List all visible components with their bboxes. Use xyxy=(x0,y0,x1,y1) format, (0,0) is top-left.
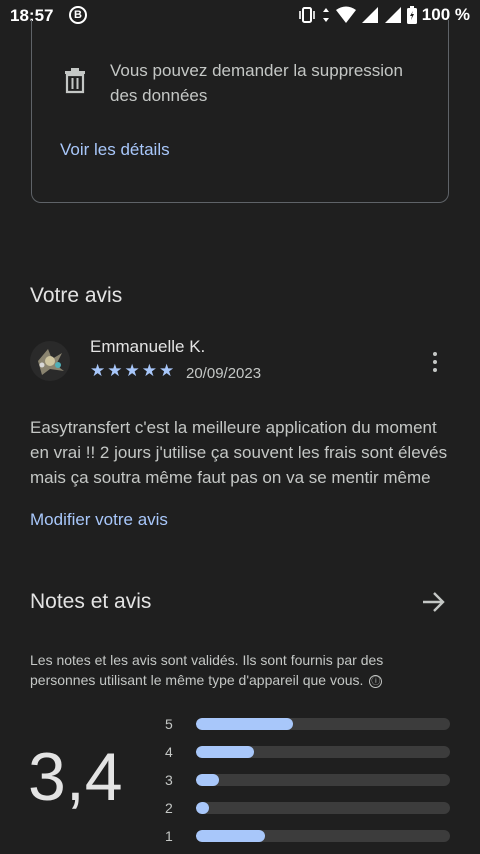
avatar xyxy=(30,341,70,381)
rating-bar-track xyxy=(196,830,450,842)
rating-row-label: 5 xyxy=(165,716,173,732)
rating-bar-fill xyxy=(196,718,293,730)
review-text: Easytransfert c'est la meilleure applica… xyxy=(30,418,448,487)
reviewer-name: Emmanuelle K. xyxy=(90,337,206,356)
review-stars: ★★★★★ xyxy=(90,361,177,380)
rating-row-label: 4 xyxy=(165,744,173,760)
rating-row-label: 2 xyxy=(165,800,173,816)
see-details-link[interactable]: Voir les détails xyxy=(60,140,170,160)
info-icon[interactable]: ⓘ xyxy=(369,674,383,688)
rating-row-1: 1 xyxy=(165,822,450,850)
rating-bar-track xyxy=(196,746,450,758)
rating-bar-fill xyxy=(196,802,209,814)
rating-row-label: 1 xyxy=(165,828,173,844)
rating-bar-track xyxy=(196,774,450,786)
rating-distribution: 5 4 3 2 1 xyxy=(165,710,450,850)
review-date: 20/09/2023 xyxy=(186,365,262,382)
rating-row-5: 5 xyxy=(165,710,450,738)
edit-review-link[interactable]: Modifier votre avis xyxy=(30,510,168,530)
rating-bar-fill xyxy=(196,774,219,786)
arrow-right-icon[interactable] xyxy=(421,590,447,614)
rating-bar-fill xyxy=(196,746,255,758)
rating-row-4: 4 xyxy=(165,738,450,766)
your-review-title: Votre avis xyxy=(30,284,123,307)
rating-bar-track xyxy=(196,802,450,814)
rating-row-label: 3 xyxy=(165,772,173,788)
rating-row-2: 2 xyxy=(165,794,450,822)
data-deletion-text: Vous pouvez demander la suppression des … xyxy=(110,61,403,105)
rating-row-3: 3 xyxy=(165,766,450,794)
ratings-info: Les notes et les avis sont validés. Ils … xyxy=(30,650,450,690)
ratings-info-text: Les notes et les avis sont validés. Ils … xyxy=(30,652,384,688)
rating-bar-fill xyxy=(196,830,265,842)
trash-icon xyxy=(65,68,85,94)
average-rating: 3,4 xyxy=(28,739,123,815)
rating-bar-track xyxy=(196,718,450,730)
ratings-title[interactable]: Notes et avis xyxy=(30,590,151,614)
data-safety-card xyxy=(31,20,449,203)
more-options-icon[interactable] xyxy=(425,349,445,377)
